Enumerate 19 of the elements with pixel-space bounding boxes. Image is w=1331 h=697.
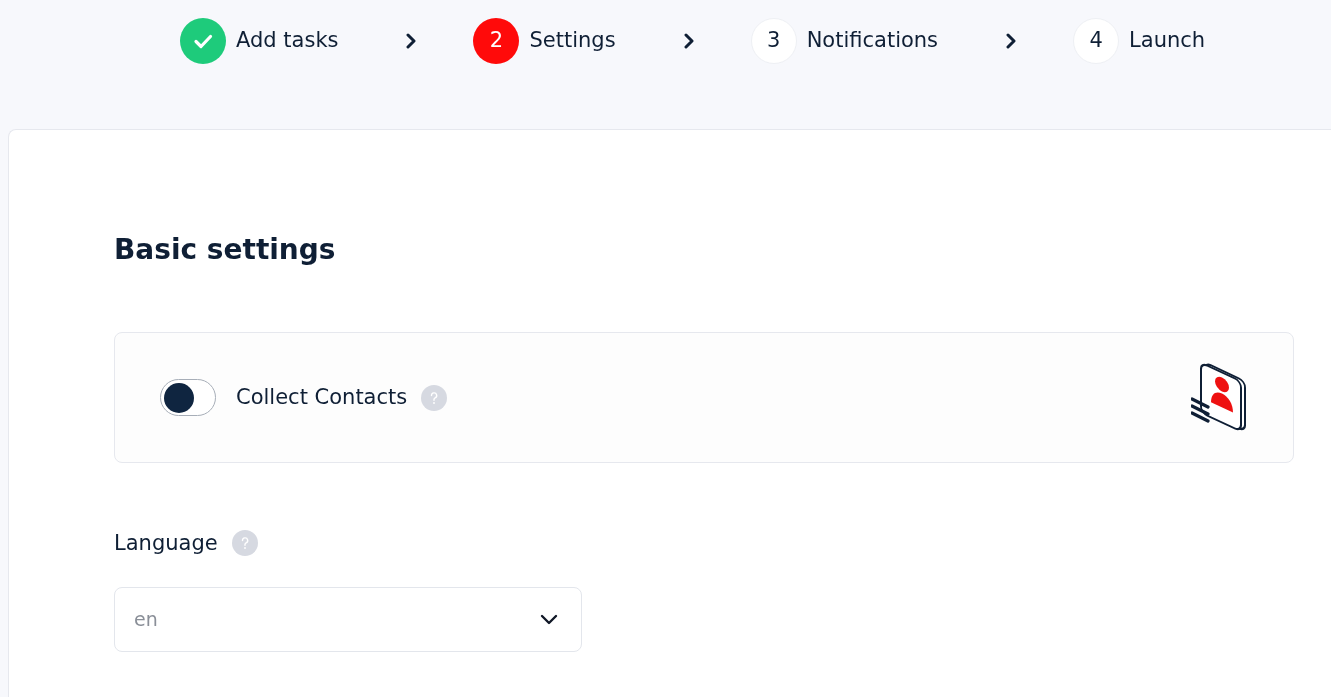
toggle-switch[interactable] [160,379,216,416]
step-label: Settings [529,27,616,55]
section-title: Basic settings [114,232,337,268]
step-number: 2 [473,18,520,64]
chevron-right-icon [1006,33,1017,49]
chevron-down-icon [540,614,558,625]
toggle-label: Collect Contacts [236,383,408,411]
step-number: 3 [750,18,797,64]
step-label: Add tasks [236,27,339,55]
step-number: 4 [1073,18,1120,64]
step-label: Notifications [806,27,939,55]
language-select[interactable]: en [114,587,582,652]
step-label: Launch [1129,27,1206,55]
check-circle-icon [180,18,226,64]
help-icon[interactable] [421,384,448,411]
help-icon[interactable] [231,530,258,556]
chevron-right-icon [406,33,417,49]
field-label: Language [114,530,218,557]
chevron-right-icon [683,33,694,49]
